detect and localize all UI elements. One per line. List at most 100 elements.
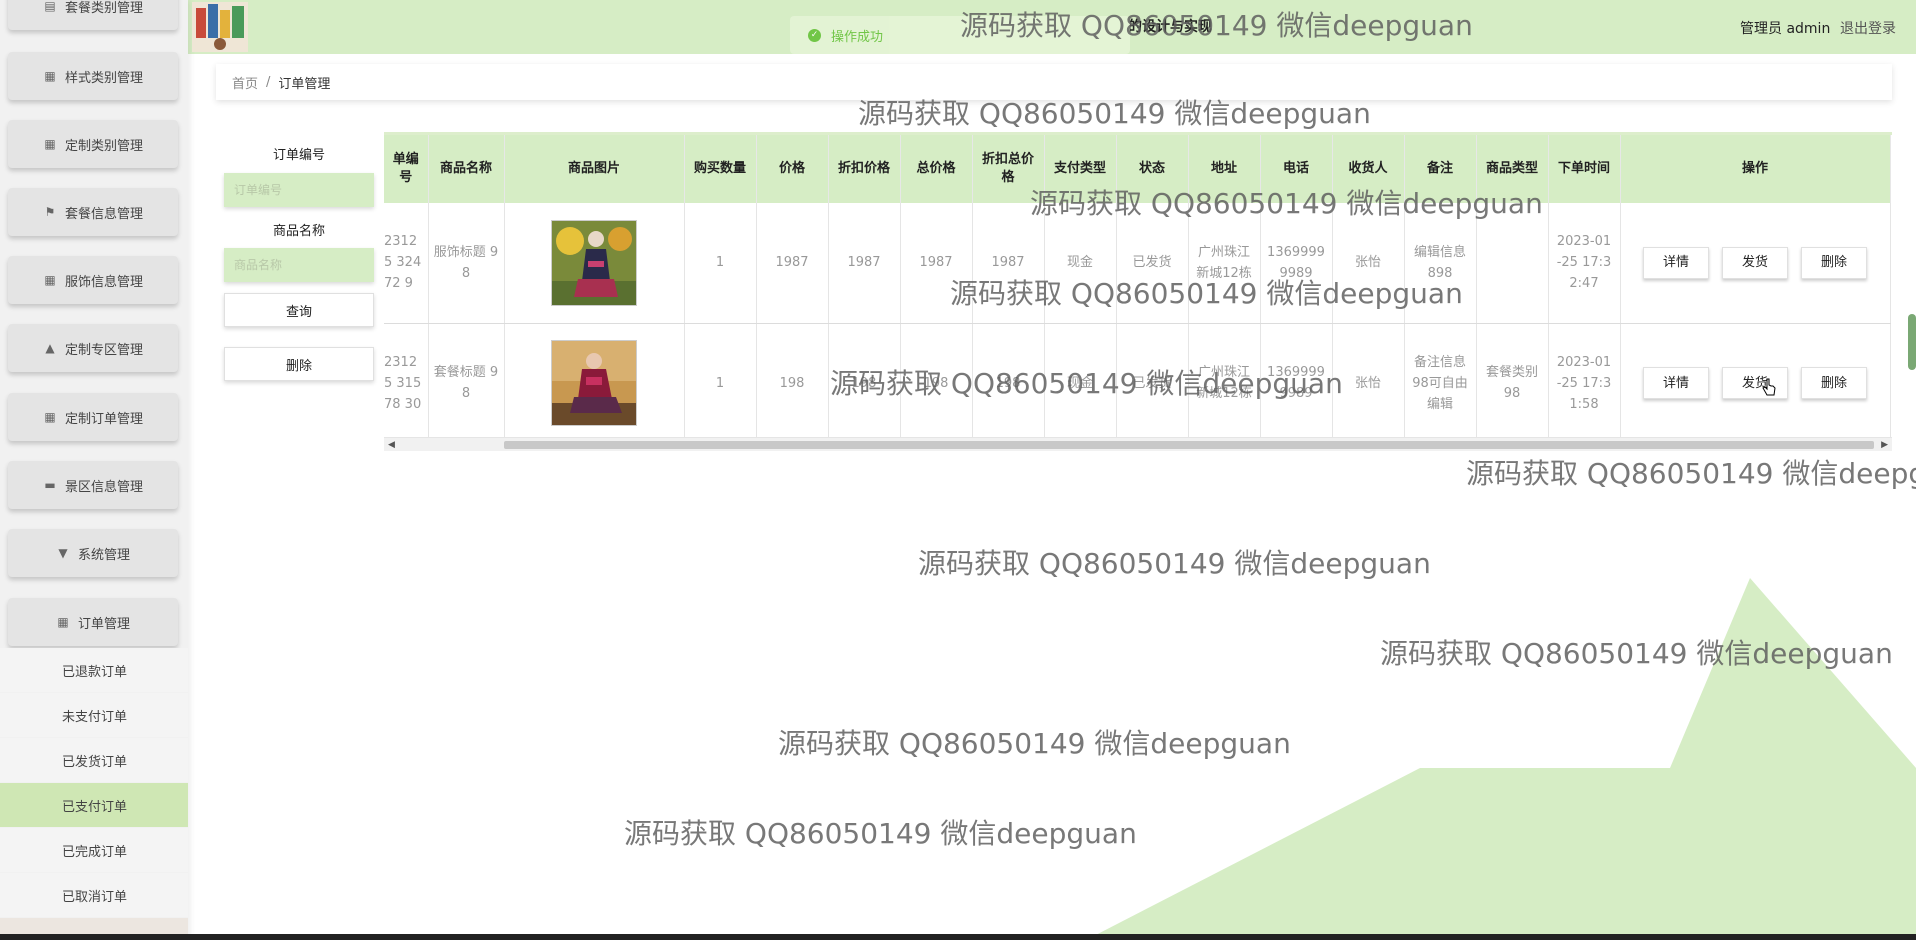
cell-pay-type: 现金 <box>1044 323 1117 444</box>
col-product-name: 商品名称 <box>428 135 505 203</box>
cell-pay-type: 现金 <box>1044 203 1117 324</box>
col-actions: 操作 <box>1620 135 1891 203</box>
col-product-type: 商品类型 <box>1476 135 1549 203</box>
scroll-right-icon[interactable]: ▶ <box>1881 440 1888 450</box>
product-name-label: 商品名称 <box>272 224 325 239</box>
subitem-refunded-orders[interactable]: 已退款订单 <box>0 648 188 692</box>
sidebar-item-package-info[interactable]: ⚑ 套餐信息管理 <box>8 188 178 236</box>
cell-order-time: 2023-01 -25 17:3 2:47 <box>1548 203 1621 324</box>
cell-discount-price: 1987 <box>828 203 901 324</box>
scroll-left-icon[interactable]: ◀ <box>388 440 395 450</box>
delete-button[interactable]: 删除 <box>1801 367 1867 399</box>
col-pay-type: 支付类型 <box>1044 135 1117 203</box>
check-circle-icon: ✓ <box>808 28 821 42</box>
cell-actions: 详情 发货 删除 <box>1620 203 1891 324</box>
admin-user-label: 管理员 admin <box>1740 21 1831 37</box>
sidebar-item-label: 景区信息管理 <box>64 479 143 495</box>
breadcrumb-home[interactable]: 首页 <box>232 73 258 92</box>
logo <box>190 0 250 54</box>
breadcrumb-separator: / <box>266 74 271 90</box>
watermark: 源码获取 QQ86050149 微信deepguan <box>1380 637 1893 670</box>
cell-quantity: 1 <box>684 323 757 444</box>
cell-price: 198 <box>756 323 829 444</box>
cell-price: 1987 <box>756 203 829 324</box>
cell-order-no: 23125 31578 30 <box>384 323 429 444</box>
monitor-icon: ▼ <box>58 546 68 560</box>
col-address: 地址 <box>1188 135 1261 203</box>
cell-product-image <box>504 323 685 444</box>
sidebar-item-label: 定制专区管理 <box>64 342 143 358</box>
cell-note: 备注信息 98可自由 编辑 <box>1404 323 1477 444</box>
subitem-unpaid-orders[interactable]: 未支付订单 <box>0 693 188 737</box>
order-no-input[interactable] <box>224 173 374 207</box>
batch-delete-button[interactable]: 删除 <box>224 347 374 381</box>
table-row: 23125 32472 9 服饰标题 98 1 1987 1987 1987 1… <box>384 203 1891 324</box>
sidebar-item-label: 套餐信息管理 <box>64 206 143 222</box>
cell-quantity: 1 <box>684 203 757 324</box>
ship-button[interactable]: 发货 <box>1722 246 1788 279</box>
sidebar-item-package-category[interactable]: ▤ 套餐类别管理 <box>8 0 178 30</box>
sidebar-item-style-category[interactable]: ▦ 样式类别管理 <box>8 52 178 100</box>
detail-button[interactable]: 详情 <box>1643 246 1709 279</box>
sidebar: ▤ 套餐类别管理 ▦ 样式类别管理 ▦ 定制类别管理 ⚑ 套餐信息管理 ▦ 服饰… <box>0 0 188 940</box>
cell-actions: 详情 发货 删除 <box>1620 323 1891 444</box>
ship-button[interactable]: 发货 <box>1722 367 1788 399</box>
sidebar-item-costume-info[interactable]: ▦ 服饰信息管理 <box>8 256 178 304</box>
cell-status: 已发货 <box>1116 203 1189 324</box>
sidebar-item-label: 系统管理 <box>77 547 130 563</box>
watermark: 源码获取 QQ86050149 微信deepguan <box>1466 457 1916 490</box>
sidebar-item-label: 服饰信息管理 <box>64 274 143 290</box>
subitem-cancelled-orders[interactable]: 已取消订单 <box>0 873 188 917</box>
col-status: 状态 <box>1116 135 1189 203</box>
cell-product-name: 套餐标题 98 <box>428 323 505 444</box>
col-note: 备注 <box>1404 135 1477 203</box>
product-name-input[interactable] <box>224 248 374 282</box>
cell-discount-total: 198 <box>972 323 1045 444</box>
page-vertical-scrollbar[interactable] <box>1908 314 1916 370</box>
query-button[interactable]: 查询 <box>224 293 374 327</box>
cell-receiver: 张怡 <box>1332 203 1405 324</box>
table-header-row: 单编号 商品名称 商品图片 购买数量 价格 折扣价格 总价格 折扣总价格 支付类… <box>384 135 1891 203</box>
subitem-paid-orders[interactable]: 已支付订单 <box>0 783 188 827</box>
sidebar-item-orders[interactable]: ▦ 订单管理 <box>8 598 178 646</box>
taskbar-strip <box>0 934 1916 940</box>
grid-icon: ▦ <box>44 273 56 287</box>
col-phone: 电话 <box>1260 135 1333 203</box>
cell-phone: 1369999 9989 <box>1260 323 1333 444</box>
delete-button[interactable]: 删除 <box>1801 246 1867 279</box>
subitem-completed-orders[interactable]: 已完成订单 <box>0 828 188 872</box>
subitem-shipped-orders[interactable]: 已发货订单 <box>0 738 188 782</box>
order-no-label: 订单编号 <box>272 148 325 163</box>
detail-button[interactable]: 详情 <box>1643 367 1709 399</box>
col-quantity: 购买数量 <box>684 135 757 203</box>
thumb-icon: ▲ <box>45 341 55 355</box>
sidebar-item-label: 样式类别管理 <box>64 70 143 86</box>
col-discount-total: 折扣总价格 <box>972 135 1045 203</box>
hand-cursor-icon <box>1762 378 1776 396</box>
sidebar-item-custom-zone[interactable]: ▲ 定制专区管理 <box>8 324 178 372</box>
cell-receiver: 张怡 <box>1332 323 1405 444</box>
sidebar-item-label: 套餐类别管理 <box>64 0 143 16</box>
breadcrumb-current: 订单管理 <box>278 76 331 92</box>
cell-note: 编辑信息 898 <box>1404 203 1477 324</box>
logout-link[interactable]: 退出登录 <box>1840 18 1896 38</box>
cell-product-name: 服饰标题 98 <box>428 203 505 324</box>
sidebar-item-custom-orders[interactable]: ▦ 定制订单管理 <box>8 393 178 441</box>
product-thumbnail[interactable] <box>551 219 637 306</box>
watermark: 源码获取 QQ86050149 微信deepguan <box>778 727 1291 760</box>
scroll-thumb[interactable] <box>504 441 1874 449</box>
col-order-time: 下单时间 <box>1548 135 1621 203</box>
sidebar-item-system[interactable]: ▼ 系统管理 <box>8 529 178 577</box>
header-title: 的设计与实现 <box>1128 19 1212 35</box>
flag-icon: ⚑ <box>44 205 56 219</box>
table-horizontal-scrollbar[interactable]: ◀ ▶ <box>384 437 1892 451</box>
cell-product-type <box>1476 203 1549 324</box>
product-thumbnail[interactable] <box>551 340 637 426</box>
sidebar-item-scenic-info[interactable]: ▬ 景区信息管理 <box>8 461 178 509</box>
sidebar-item-label: 订单管理 <box>77 616 130 632</box>
col-total-price: 总价格 <box>900 135 973 203</box>
watermark: 源码获取 QQ86050149 微信deepguan <box>918 547 1431 580</box>
sidebar-item-custom-category[interactable]: ▦ 定制类别管理 <box>8 120 178 168</box>
orders-table: 单编号 商品名称 商品图片 购买数量 价格 折扣价格 总价格 折扣总价格 支付类… <box>384 135 1891 444</box>
col-receiver: 收货人 <box>1332 135 1405 203</box>
